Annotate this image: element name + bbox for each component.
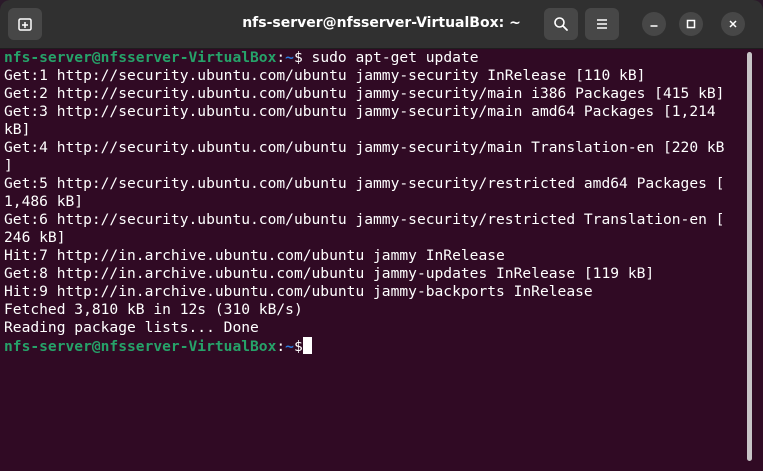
minimize-button[interactable]: [642, 12, 666, 36]
prompt-user-host: nfs-server@nfsserver-VirtualBox: [4, 49, 277, 66]
prompt-path: ~: [285, 49, 294, 66]
text-cursor: [302, 337, 312, 354]
minimize-icon: [650, 25, 658, 27]
output-line: 246 kB]: [4, 229, 66, 246]
output-line: Get:6 http://security.ubuntu.com/ubuntu …: [4, 211, 725, 228]
command-line: nfs-server@nfsserver-VirtualBox:~$ sudo …: [0, 49, 745, 67]
output-line: Get:4 http://security.ubuntu.com/ubuntu …: [4, 139, 725, 156]
search-button[interactable]: [544, 8, 578, 40]
output-line: Reading package lists... Done: [4, 319, 259, 336]
prompt-separator: :: [276, 49, 286, 66]
maximize-icon: [686, 19, 696, 29]
vertical-scrollbar[interactable]: [747, 52, 752, 461]
search-icon: [554, 17, 568, 31]
output-line: Fetched 3,810 kB in 12s (310 kB/s): [4, 301, 303, 318]
output-line: 1,486 kB]: [4, 193, 84, 210]
terminal-window: nfs-server@nfsserver-VirtualBox: ~ nfs-s…: [0, 0, 763, 471]
prompt-user-host: nfs-server@nfsserver-VirtualBox: [4, 338, 277, 355]
current-prompt-line: nfs-server@nfsserver-VirtualBox:~$: [0, 337, 745, 355]
output-line: Get:1 http://security.ubuntu.com/ubuntu …: [4, 67, 646, 84]
output-line: kB]: [4, 121, 31, 138]
close-button[interactable]: [721, 12, 745, 36]
output-line: Get:2 http://security.ubuntu.com/ubuntu …: [4, 85, 725, 102]
close-icon: [729, 20, 737, 28]
output-line: Get:3 http://security.ubuntu.com/ubuntu …: [4, 103, 716, 120]
output-lines: Get:1 http://security.ubuntu.com/ubuntu …: [0, 67, 745, 337]
maximize-button[interactable]: [679, 12, 703, 36]
prompt-symbol: $: [293, 49, 303, 66]
prompt-separator: :: [276, 338, 286, 355]
output-line: Get:8 http://in.archive.ubuntu.com/ubunt…: [4, 265, 655, 282]
output-line: Hit:7 http://in.archive.ubuntu.com/ubunt…: [4, 247, 505, 264]
prompt-path: ~: [285, 338, 294, 355]
output-line: Get:5 http://security.ubuntu.com/ubuntu …: [4, 175, 725, 192]
menu-button[interactable]: [585, 8, 619, 40]
title-bar: nfs-server@nfsserver-VirtualBox: ~: [0, 0, 763, 49]
prompt-symbol: $: [293, 338, 303, 355]
output-line: ]: [4, 157, 13, 174]
output-line: Hit:9 http://in.archive.ubuntu.com/ubunt…: [4, 283, 593, 300]
hamburger-menu-icon: [597, 19, 607, 29]
command-text: sudo apt-get update: [302, 49, 479, 66]
terminal-output[interactable]: nfs-server@nfsserver-VirtualBox:~$ sudo …: [0, 49, 745, 471]
